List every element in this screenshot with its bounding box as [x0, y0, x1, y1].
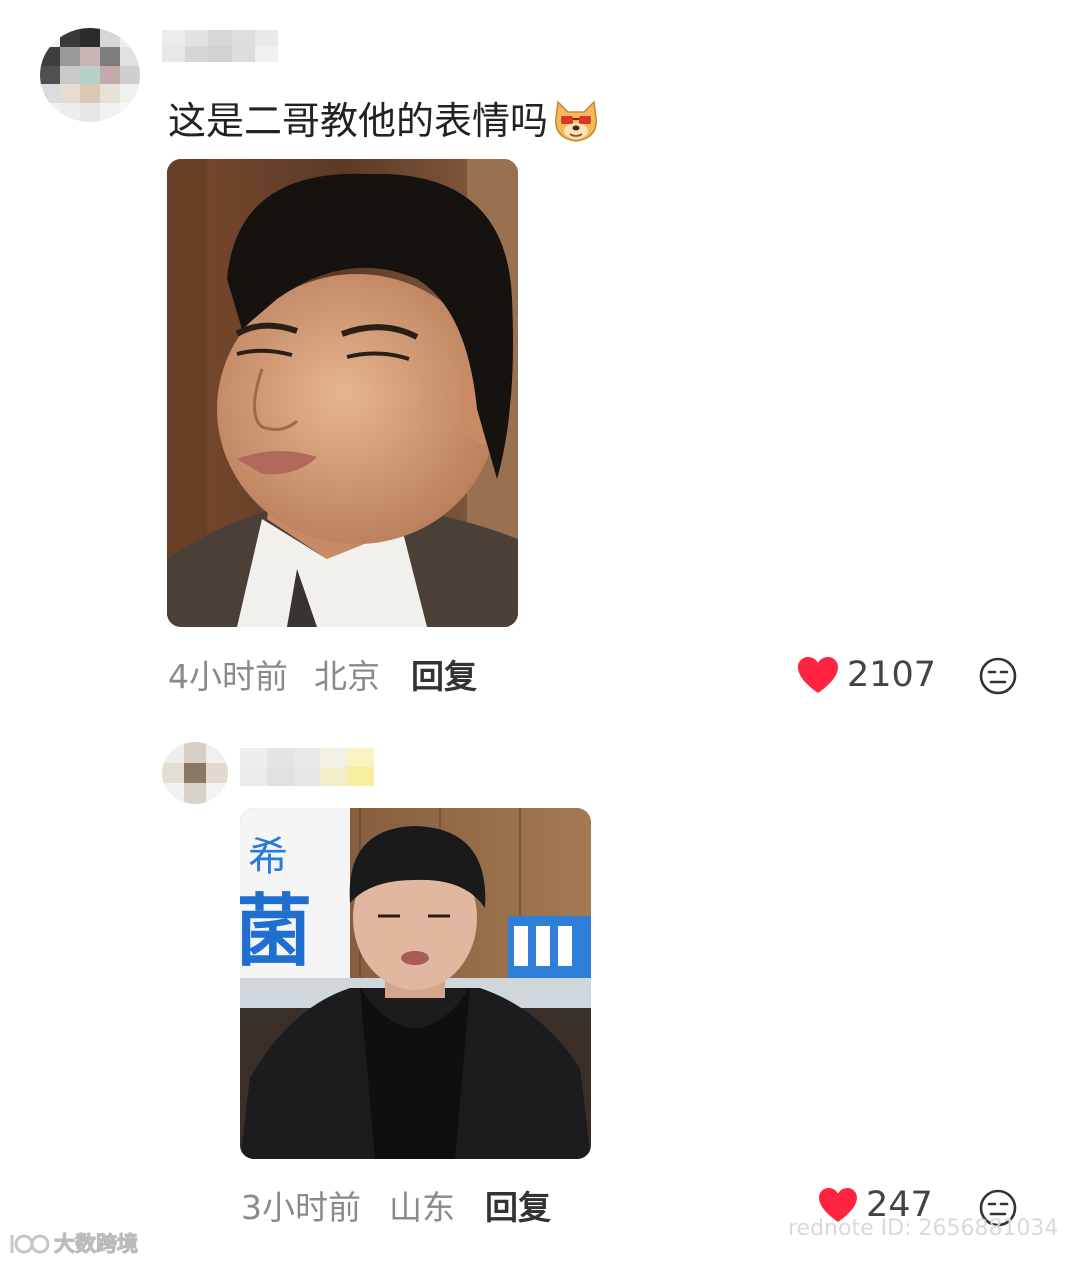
reply-button[interactable]: 回复 — [411, 660, 477, 693]
like-count: 2107 — [847, 654, 937, 695]
dog-sunglasses-icon — [552, 98, 600, 144]
avatar[interactable] — [162, 742, 228, 804]
comment-time: 4小时前 — [168, 657, 288, 696]
comment-time: 3小时前 — [241, 1188, 361, 1227]
username-blurred[interactable] — [162, 30, 278, 62]
brand-text: 大数跨境 — [54, 1232, 139, 1257]
comment-image[interactable] — [167, 159, 518, 627]
comment-location: 北京 — [314, 657, 380, 696]
avatar[interactable] — [40, 28, 140, 122]
comment-text: 这是二哥教他的表情吗 — [168, 99, 549, 143]
reply-button[interactable]: 回复 — [485, 1191, 551, 1224]
heart-icon — [797, 656, 839, 694]
brand-watermark: 大数跨境 — [8, 1228, 139, 1258]
username-blurred[interactable] — [240, 748, 374, 786]
rednote-watermark: rednote ID: 2656881034 — [788, 1216, 1059, 1241]
comment-location: 山东 — [389, 1188, 455, 1227]
dislike-icon[interactable] — [978, 656, 1018, 696]
svg-text:希: 希 — [248, 834, 288, 880]
svg-text:菌: 菌 — [240, 887, 312, 977]
like-button[interactable]: 2107 — [797, 656, 936, 694]
brand-logo-icon — [8, 1229, 50, 1257]
comment-image[interactable]: 希 菌 — [240, 808, 591, 1159]
